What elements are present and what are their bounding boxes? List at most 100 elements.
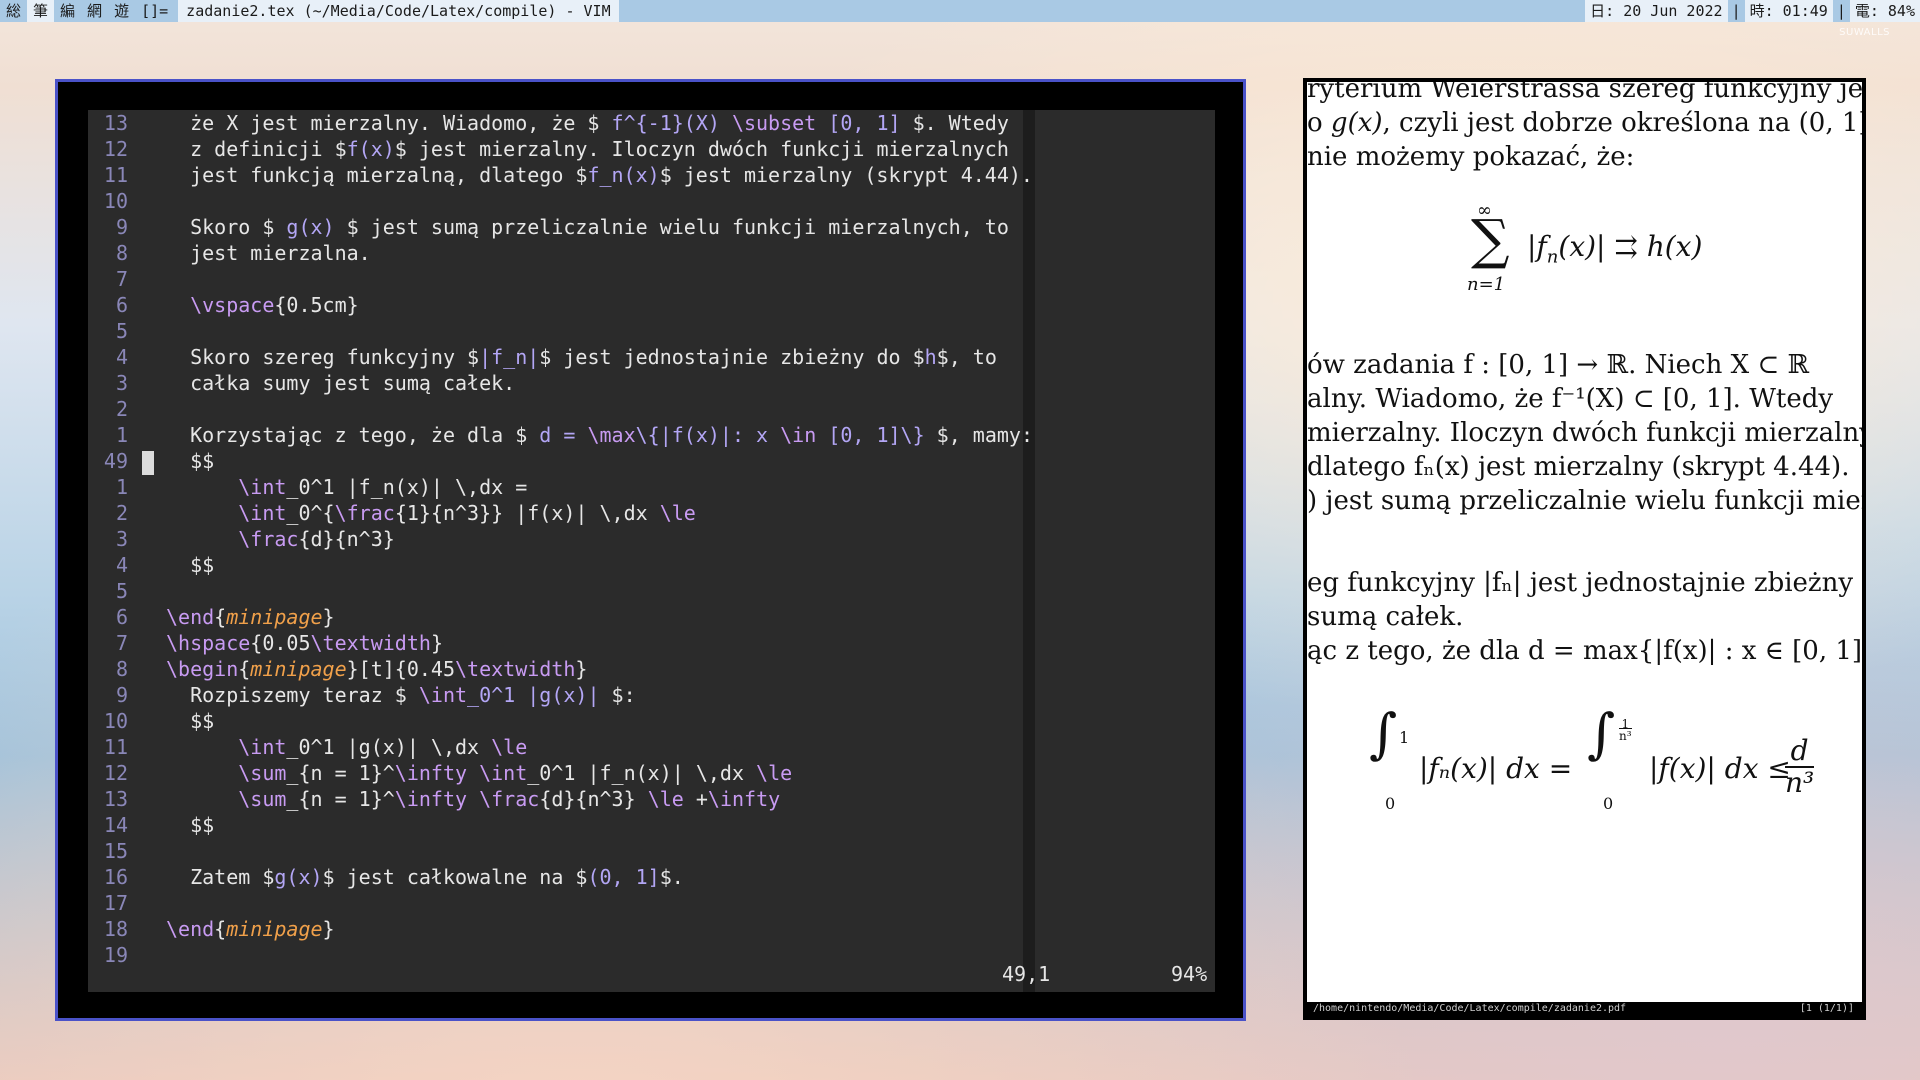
line-number: 2 xyxy=(115,397,128,421)
fraction: d n³ xyxy=(1785,734,1815,799)
line-number: 11 xyxy=(103,163,128,187)
code-line[interactable]: 11 jest funkcją mierzalną, dlatego $f_n(… xyxy=(88,162,1033,188)
workspace-4[interactable]: 網 xyxy=(81,0,108,22)
code-line[interactable]: 2 \int_0^{\frac{1}{n^3}} |f(x)| \,dx \le xyxy=(88,500,1033,526)
code-line[interactable]: 6 \end{minipage} xyxy=(88,604,1033,630)
line-number: 9 xyxy=(115,683,128,707)
code-line[interactable]: 10 $$ xyxy=(88,708,1033,734)
code-line[interactable]: 6 \vspace{0.5cm} xyxy=(88,292,1033,318)
code-line[interactable]: 18 \end{minipage} xyxy=(88,916,1033,942)
code-line[interactable]: 10 xyxy=(88,188,1033,214)
code-line[interactable]: 14 $$ xyxy=(88,812,1033,838)
pdf-line: dlatego fₙ(x) jest mierzalny (skrypt 4.4… xyxy=(1307,452,1850,482)
line-number: 3 xyxy=(115,371,128,395)
cursor-position: 49,1 xyxy=(1002,962,1051,986)
line-number: 17 xyxy=(103,891,128,915)
line-text: całka sumy jest sumą całek. xyxy=(166,371,516,395)
line-text: $$ xyxy=(166,553,215,577)
line-number: 1 xyxy=(115,423,128,447)
vim-window[interactable]: 13 że X jest mierzalny. Wiadomo, że $ f^… xyxy=(55,79,1246,1021)
line-text: Skoro $ g(x) $ jest sumą przeliczalnie w… xyxy=(166,215,1009,239)
workspace-5[interactable]: 遊 xyxy=(108,0,135,22)
line-number: 16 xyxy=(103,865,128,889)
line-text: \hspace{0.05\textwidth} xyxy=(166,631,443,655)
line-text: jest funkcją mierzalną, dlatego $f_n(x)$… xyxy=(166,163,1033,187)
line-text: \end{minipage} xyxy=(166,605,335,629)
code-line[interactable]: 13 \sum_{n = 1}^\infty \frac{d}{n^3} \le… xyxy=(88,786,1033,812)
line-text xyxy=(156,188,166,214)
pdf-line: ąc z tego, że dla d = max{|f(x)| : x ∈ [… xyxy=(1307,636,1862,666)
code-line[interactable]: 9 Skoro $ g(x) $ jest sumą przeliczalnie… xyxy=(88,214,1033,240)
workspace-3[interactable]: 編 xyxy=(54,0,81,22)
vim-editor[interactable]: 13 że X jest mierzalny. Wiadomo, że $ f^… xyxy=(88,110,1215,992)
line-text xyxy=(156,266,166,292)
pdf-viewer-window[interactable]: ryterium Weierstrassa szereg funkcyjny j… xyxy=(1303,78,1866,1020)
line-text: \frac{d}{n^3} xyxy=(238,527,395,551)
code-line[interactable]: 8 jest mierzalna. xyxy=(88,240,1033,266)
vim-ruler: 49,1 94% xyxy=(88,960,1215,990)
line-text xyxy=(156,318,166,344)
line-number: 6 xyxy=(115,293,128,317)
workspace-1[interactable]: 総 xyxy=(0,0,27,22)
line-number: 5 xyxy=(115,579,128,603)
date-label: 日: 20 Jun 2022 xyxy=(1585,0,1728,22)
line-text: Zatem $g(x)$ jest całkowalne na $(0, 1]$… xyxy=(166,865,684,889)
code-line[interactable]: 7 \hspace{0.05\textwidth} xyxy=(88,630,1033,656)
code-line[interactable]: 15 xyxy=(88,838,1033,864)
line-number: 11 xyxy=(103,735,128,759)
code-area[interactable]: 13 że X jest mierzalny. Wiadomo, że $ f^… xyxy=(88,110,1033,968)
line-number: 9 xyxy=(115,215,128,239)
sum-sign: ∑ xyxy=(1471,208,1510,271)
code-line[interactable]: 3 \frac{d}{n^3} xyxy=(88,526,1033,552)
code-line[interactable]: 2 xyxy=(88,396,1033,422)
line-text: \begin{minipage}[t]{0.45\textwidth} xyxy=(166,657,588,681)
integral-sign: ∫ xyxy=(1369,702,1398,765)
line-number: 4 xyxy=(115,553,128,577)
integral-upper-limit: 1 xyxy=(1399,728,1410,747)
code-line[interactable]: 16 Zatem $g(x)$ jest całkowalne na $(0, … xyxy=(88,864,1033,890)
line-number: 6 xyxy=(115,605,128,629)
pdf-line: o g(x), czyli jest dobrze określona na (… xyxy=(1307,108,1862,138)
code-line[interactable]: 17 xyxy=(88,890,1033,916)
line-text: $$ xyxy=(166,449,215,473)
line-text: z definicji $f(x)$ jest mierzalny. Ilocz… xyxy=(166,137,1009,161)
code-line[interactable]: 13 że X jest mierzalny. Wiadomo, że $ f^… xyxy=(88,110,1033,136)
pdf-page-indicator: [1 (1/1)] xyxy=(1799,1003,1854,1014)
integral-sign: ∫ xyxy=(1587,702,1616,765)
line-text: Korzystając z tego, że dla $ d = \max\{|… xyxy=(166,423,1033,447)
code-line[interactable]: 5 xyxy=(88,318,1033,344)
code-line[interactable]: 49 $$ xyxy=(88,448,1033,475)
line-number: 14 xyxy=(103,813,128,837)
line-text: \sum_{n = 1}^\infty \int_0^1 |f_n(x)| \,… xyxy=(238,761,793,785)
integral-expression: |f(x)| dx ≤ xyxy=(1649,752,1791,785)
workspace-2[interactable]: 筆 xyxy=(27,0,55,22)
line-text xyxy=(156,396,166,422)
time-label: 時: 01:49 xyxy=(1744,0,1833,22)
code-line[interactable]: 4 $$ xyxy=(88,552,1033,578)
line-number: 7 xyxy=(115,631,128,655)
integral-expression: |fₙ(x)| dx = xyxy=(1419,752,1573,785)
code-line[interactable]: 9 Rozpiszemy teraz $ \int_0^1 |g(x)| $: xyxy=(88,682,1033,708)
line-number: 2 xyxy=(115,501,128,525)
pdf-line: nie możemy pokazać, że: xyxy=(1307,142,1635,172)
code-line[interactable]: 12 z definicji $f(x)$ jest mierzalny. Il… xyxy=(88,136,1033,162)
code-line[interactable]: 12 \sum_{n = 1}^\infty \int_0^1 |f_n(x)|… xyxy=(88,760,1033,786)
code-line[interactable]: 3 całka sumy jest sumą całek. xyxy=(88,370,1033,396)
code-line[interactable]: 4 Skoro szereg funkcyjny $|f_n|$ jest je… xyxy=(88,344,1033,370)
code-line[interactable]: 8 \begin{minipage}[t]{0.45\textwidth} xyxy=(88,656,1033,682)
line-number: 10 xyxy=(103,189,128,213)
code-line[interactable]: 1 \int_0^1 |f_n(x)| \,dx = xyxy=(88,474,1033,500)
battery-label: 電: 84% xyxy=(1849,0,1920,22)
layout-indicator[interactable]: []= xyxy=(135,2,174,20)
line-number: 49 xyxy=(103,449,128,473)
code-line[interactable]: 5 xyxy=(88,578,1033,604)
line-number: 12 xyxy=(103,761,128,785)
line-text: \int_0^{\frac{1}{n^3}} |f(x)| \,dx \le xyxy=(238,501,696,525)
code-line[interactable]: 11 \int_0^1 |g(x)| \,dx \le xyxy=(88,734,1033,760)
code-line[interactable]: 7 xyxy=(88,266,1033,292)
line-text: \vspace{0.5cm} xyxy=(190,293,359,317)
code-line[interactable]: 1 Korzystając z tego, że dla $ d = \max\… xyxy=(88,422,1033,448)
wallpaper-watermark: SUWALLS xyxy=(1839,27,1890,38)
line-text: Skoro szereg funkcyjny $|f_n|$ jest jedn… xyxy=(166,345,997,369)
pdf-page[interactable]: ryterium Weierstrassa szereg funkcyjny j… xyxy=(1307,82,1862,1002)
